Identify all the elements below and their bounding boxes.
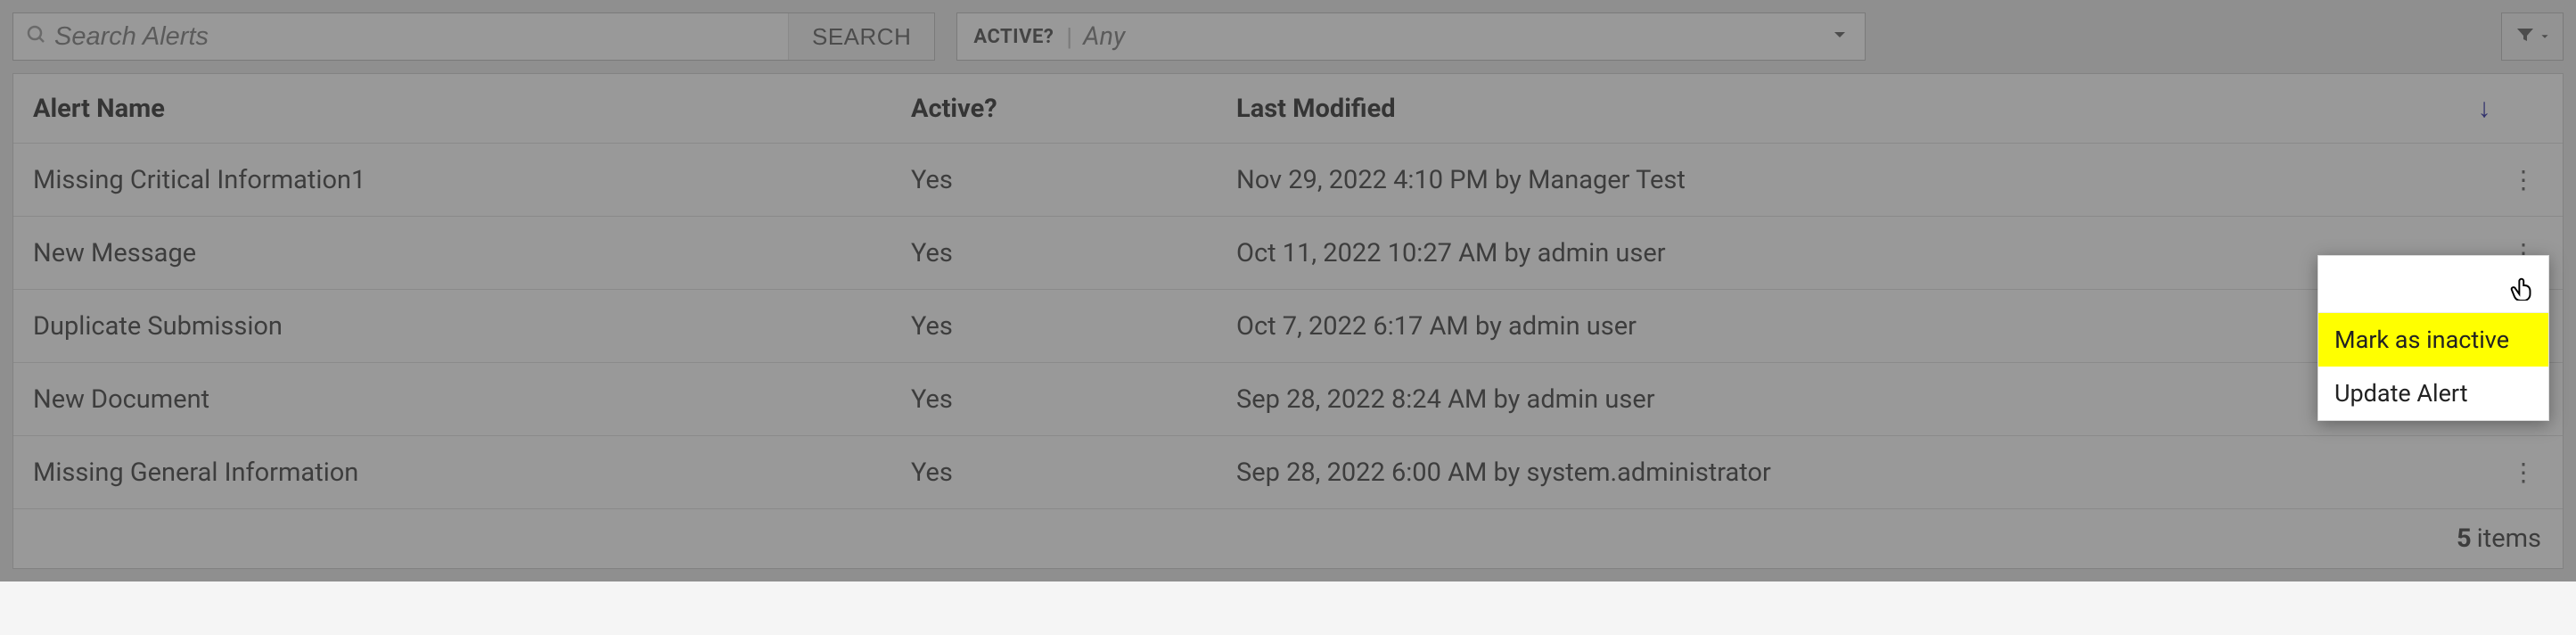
- row-context-menu: Mark as inactive Update Alert: [2318, 255, 2549, 421]
- toolbar: SEARCH ACTIVE? | Any: [12, 12, 2564, 61]
- search-input[interactable]: [54, 22, 775, 52]
- menu-item-update-alert[interactable]: Update Alert: [2318, 367, 2548, 420]
- cell-modified: Oct 7, 2022 6:17 AM by admin user: [1236, 311, 2465, 342]
- active-filter-label: ACTIVE?: [973, 26, 1054, 48]
- kebab-icon[interactable]: ⋮: [2511, 168, 2536, 193]
- active-filter-value: Any: [1083, 21, 1831, 52]
- sort-descending-icon[interactable]: ↓: [2465, 93, 2504, 124]
- chevron-down-icon: [2539, 29, 2550, 45]
- items-label: items: [2477, 524, 2541, 554]
- table-row: Missing Critical Information1 Yes Nov 29…: [13, 144, 2563, 217]
- table-row: New Message Yes Oct 11, 2022 10:27 AM by…: [13, 217, 2563, 290]
- chevron-down-icon: [1831, 26, 1849, 47]
- cell-active: Yes: [911, 165, 1236, 195]
- cell-modified: Sep 28, 2022 8:24 AM by admin user: [1236, 384, 2465, 415]
- cell-name: Duplicate Submission: [33, 311, 911, 342]
- cell-active: Yes: [911, 384, 1236, 415]
- cell-modified: Oct 11, 2022 10:27 AM by admin user: [1236, 238, 2465, 268]
- search-group: SEARCH: [12, 12, 935, 61]
- filter-icon: [2514, 24, 2536, 49]
- search-input-wrap: [13, 13, 789, 60]
- divider: |: [1066, 22, 1072, 52]
- menu-item-mark-inactive[interactable]: Mark as inactive: [2318, 313, 2548, 367]
- cell-name: New Document: [33, 384, 911, 415]
- column-header-active[interactable]: Active?: [911, 94, 1236, 124]
- search-icon: [26, 24, 54, 49]
- cell-modified: Nov 29, 2022 4:10 PM by Manager Test: [1236, 165, 2465, 195]
- column-header-modified[interactable]: Last Modified: [1236, 94, 2465, 124]
- cell-name: New Message: [33, 238, 911, 268]
- cell-active: Yes: [911, 458, 1236, 488]
- context-menu-header: [2318, 256, 2548, 313]
- cell-name: Missing Critical Information1: [33, 165, 911, 195]
- search-button[interactable]: SEARCH: [789, 13, 934, 60]
- alerts-table: Alert Name Active? Last Modified ↓ Missi…: [12, 73, 2564, 569]
- item-count: 5: [2457, 524, 2472, 554]
- table-row: New Document Yes Sep 28, 2022 8:24 AM by…: [13, 363, 2563, 436]
- filter-button[interactable]: [2501, 12, 2564, 61]
- cell-active: Yes: [911, 238, 1236, 268]
- kebab-icon[interactable]: ⋮: [2511, 460, 2536, 485]
- column-header-name[interactable]: Alert Name: [33, 94, 911, 124]
- cell-name: Missing General Information: [33, 458, 911, 488]
- active-filter-dropdown[interactable]: ACTIVE? | Any: [956, 12, 1866, 61]
- table-row: Duplicate Submission Yes Oct 7, 2022 6:1…: [13, 290, 2563, 363]
- cell-active: Yes: [911, 311, 1236, 342]
- cell-modified: Sep 28, 2022 6:00 AM by system.administr…: [1236, 458, 2465, 488]
- table-row: Missing General Information Yes Sep 28, …: [13, 436, 2563, 509]
- table-footer: 5 items: [13, 509, 2563, 568]
- pointer-cursor-icon: [2509, 270, 2536, 308]
- table-header-row: Alert Name Active? Last Modified ↓: [13, 74, 2563, 144]
